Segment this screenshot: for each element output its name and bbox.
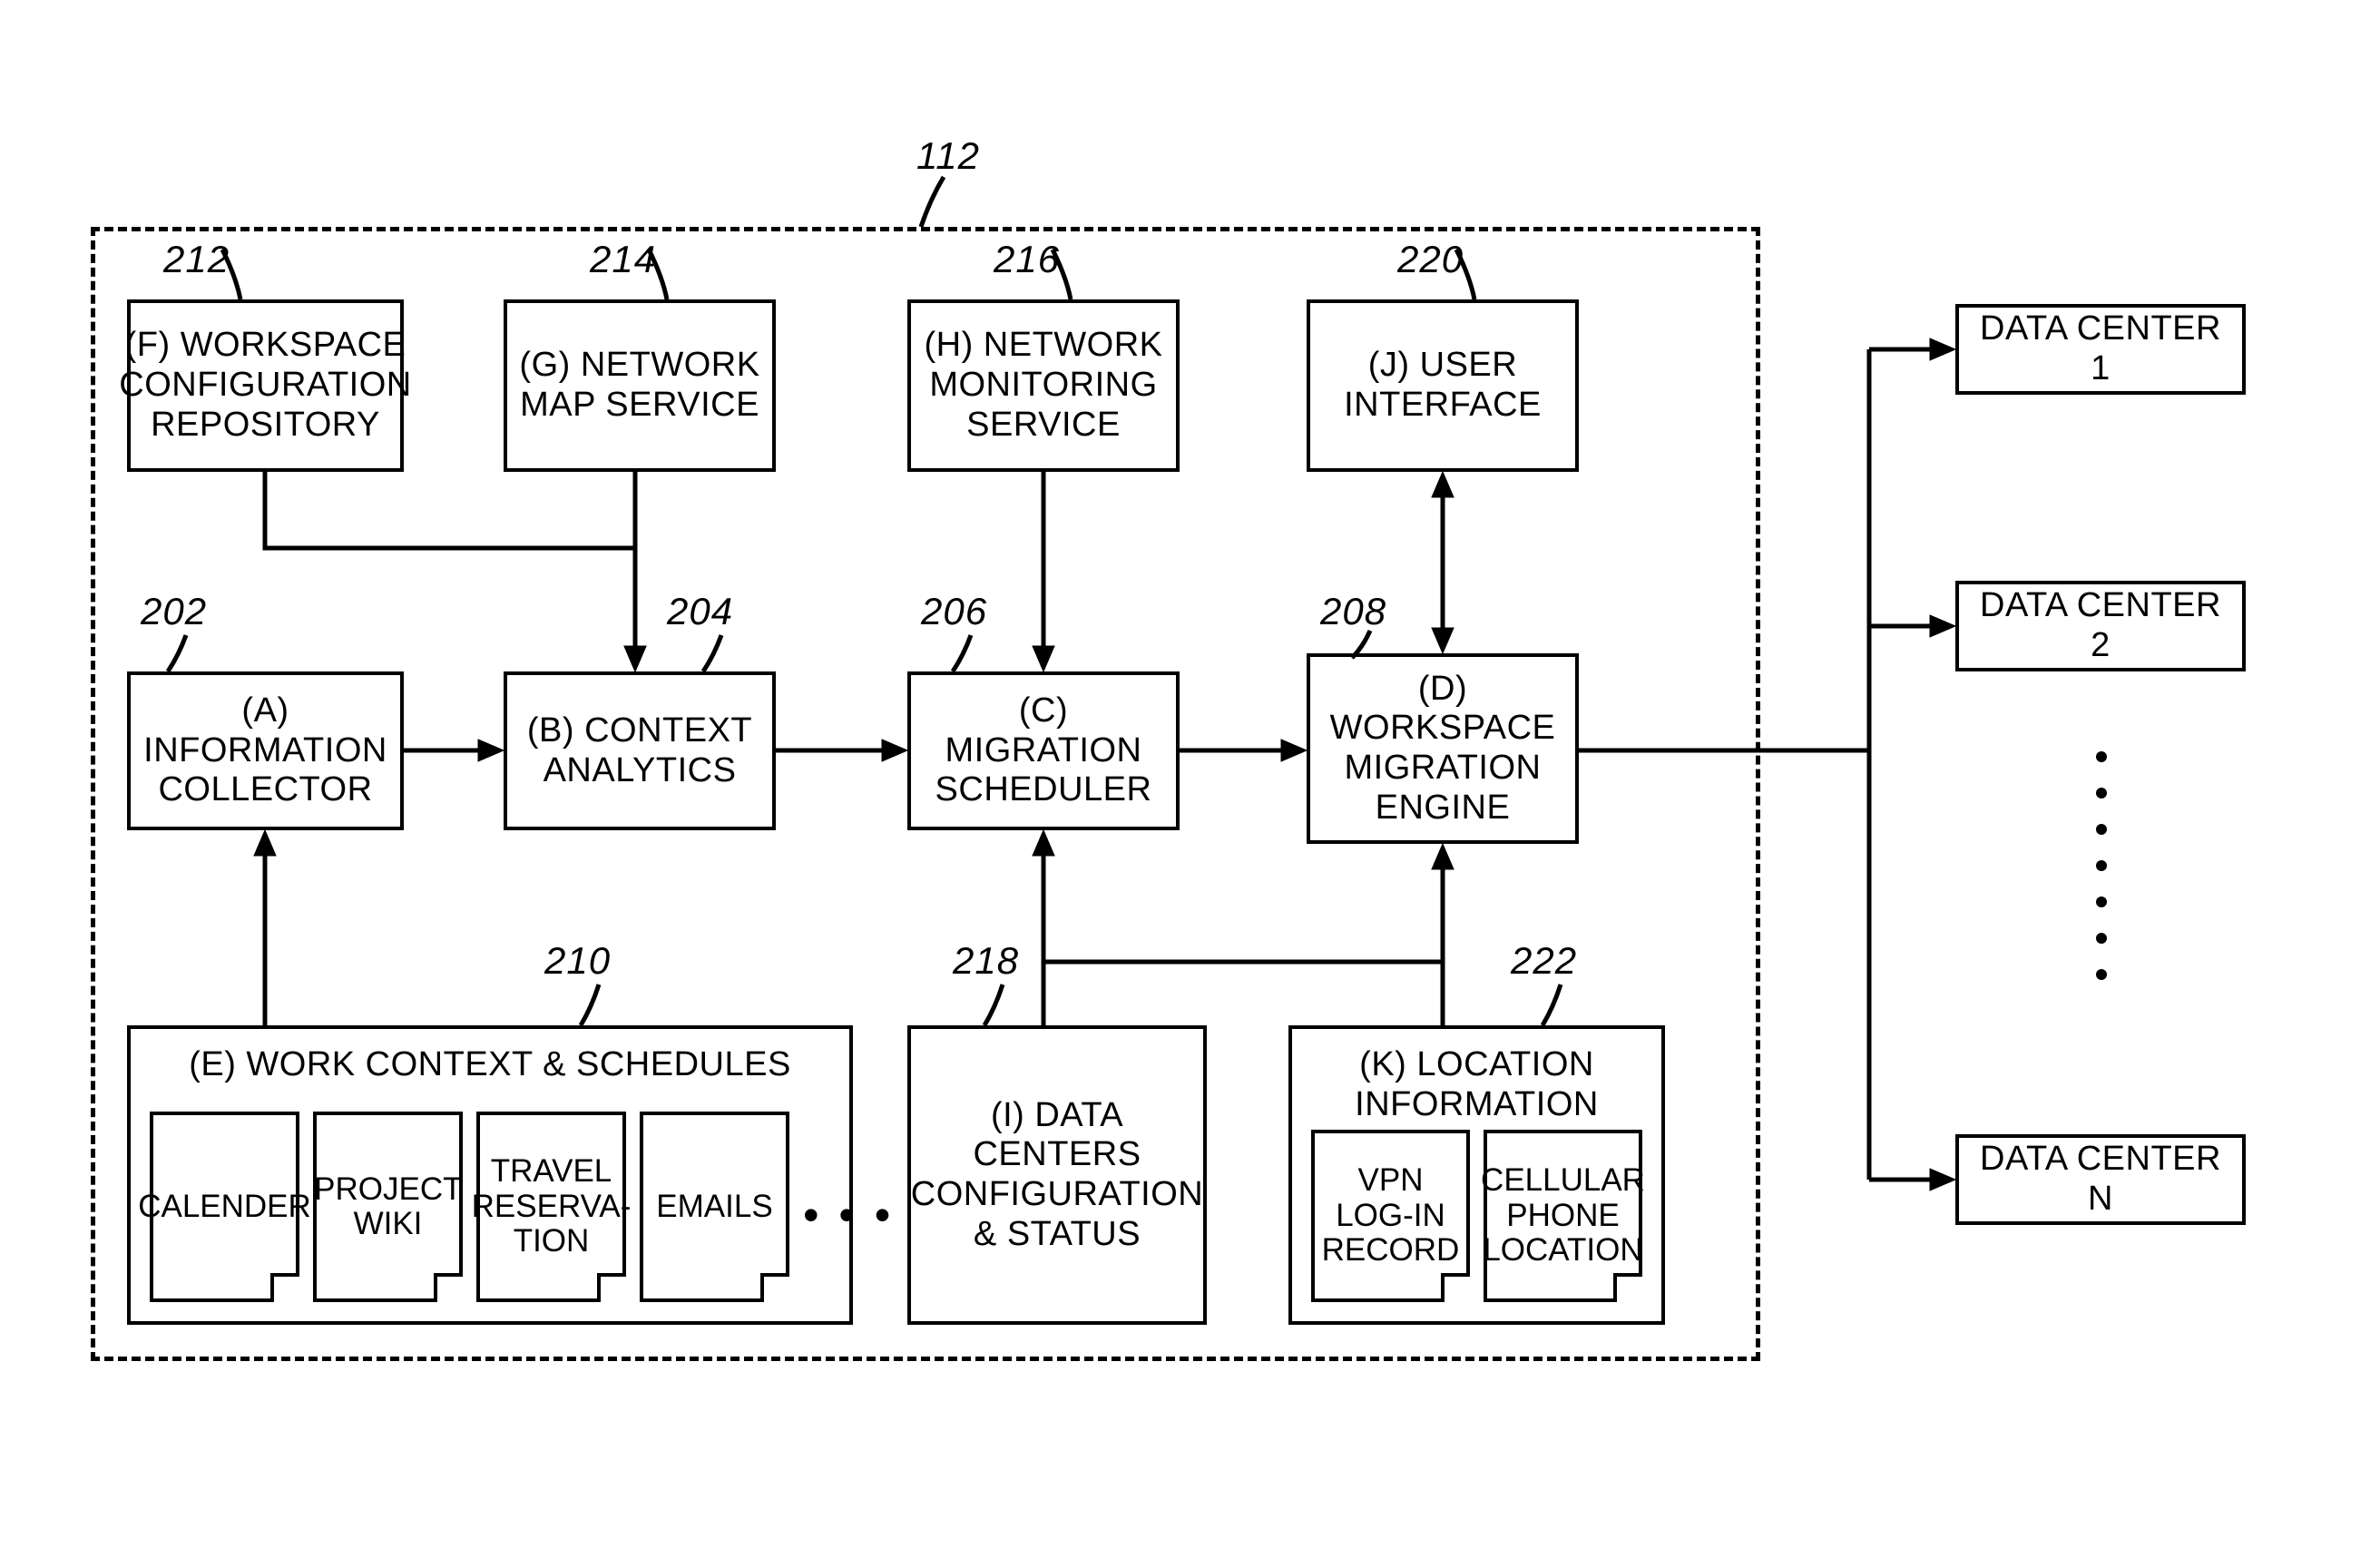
doc-vpn: VPN LOG-IN RECORD	[1311, 1130, 1470, 1302]
block-F: (F) WORKSPACE CONFIGURATION REPOSITORY	[127, 299, 404, 472]
tick-I	[984, 985, 1021, 1030]
tick-B	[703, 635, 739, 676]
tick-E	[581, 985, 617, 1030]
tick-system	[921, 177, 957, 231]
arrow-I-to-D-branch	[1043, 957, 1452, 966]
ref-D: 208	[1320, 590, 1386, 633]
bus-vertical	[1858, 340, 1885, 1184]
ref-A: 202	[141, 590, 207, 633]
tick-G	[649, 250, 685, 299]
tick-D	[1352, 631, 1388, 667]
block-H-label: (H) NETWORK MONITORING SERVICE	[920, 326, 1167, 445]
arrow-C-to-D	[1180, 740, 1307, 767]
doc-more: • • •	[803, 1189, 894, 1241]
arrow-H-to-C	[1033, 472, 1060, 671]
block-C-label: (C) MIGRATION SCHEDULER	[920, 691, 1167, 810]
arrow-B-to-C	[776, 740, 907, 767]
doc-cell: CELLULAR PHONE LOCATION	[1484, 1130, 1642, 1302]
block-G-label: (G) NETWORK MAP SERVICE	[516, 346, 763, 425]
arrow-K-to-D	[1432, 844, 1459, 1025]
block-H: (H) NETWORK MONITORING SERVICE	[907, 299, 1180, 472]
arrow-G-to-B	[624, 472, 651, 671]
datacenter-2-label: DATA CENTER 2	[1968, 586, 2233, 665]
doc-calendar-label: CALENDER	[138, 1190, 311, 1225]
arrow-bus-dc1	[1869, 338, 1955, 366]
block-B-label: (B) CONTEXT ANALYTICS	[516, 711, 763, 790]
doc-vpn-label: VPN LOG-IN RECORD	[1320, 1163, 1461, 1269]
block-I: (I) DATA CENTERS CONFIGURATION & STATUS	[907, 1025, 1207, 1325]
ref-B: 204	[667, 590, 733, 633]
ref-E: 210	[544, 939, 611, 983]
tick-A	[168, 635, 204, 676]
ref-F: 212	[163, 238, 230, 281]
datacenter-2: DATA CENTER 2	[1955, 581, 2246, 671]
block-J: (J) USER INTERFACE	[1307, 299, 1579, 472]
datacenter-n: DATA CENTER N	[1955, 1134, 2246, 1225]
arrow-F-to-B	[254, 472, 653, 681]
doc-cell-label: CELLULAR PHONE LOCATION	[1481, 1163, 1645, 1269]
doc-travel-label: TRAVEL RESERVA-TION	[472, 1154, 632, 1259]
doc-travel: TRAVEL RESERVA-TION	[476, 1112, 626, 1302]
tick-F	[222, 250, 259, 299]
tick-H	[1053, 250, 1089, 299]
block-J-label: (J) USER INTERFACE	[1319, 346, 1566, 425]
tick-K	[1543, 985, 1579, 1030]
ref-I: 218	[953, 939, 1019, 983]
arrow-bus-dcn	[1869, 1169, 1955, 1196]
datacenter-1-label: DATA CENTER 1	[1968, 309, 2233, 388]
block-A: (A) INFORMATION COLLECTOR	[127, 671, 404, 830]
block-I-label: (I) DATA CENTERS CONFIGURATION & STATUS	[911, 1096, 1203, 1255]
ref-H: 216	[994, 238, 1060, 281]
doc-emails-label: EMAILS	[656, 1190, 772, 1225]
datacenter-1: DATA CENTER 1	[1955, 304, 2246, 395]
arrow-E-to-A	[254, 830, 281, 1025]
tick-C	[953, 635, 989, 676]
doc-wiki-label: PROJECT WIKI	[314, 1172, 462, 1242]
datacenter-n-label: DATA CENTER N	[1968, 1140, 2233, 1219]
ref-K: 222	[1511, 939, 1577, 983]
ref-C: 206	[921, 590, 987, 633]
block-B: (B) CONTEXT ANALYTICS	[504, 671, 776, 830]
tick-J	[1456, 250, 1493, 299]
doc-calendar: CALENDER	[150, 1112, 299, 1302]
doc-wiki: PROJECT WIKI	[313, 1112, 463, 1302]
ref-G: 214	[590, 238, 656, 281]
block-C: (C) MIGRATION SCHEDULER	[907, 671, 1180, 830]
arrow-bus-dc2	[1869, 615, 1955, 642]
block-G: (G) NETWORK MAP SERVICE	[504, 299, 776, 472]
block-K-label: (K) LOCATION INFORMATION	[1301, 1045, 1652, 1124]
doc-emails: EMAILS	[640, 1112, 789, 1302]
ref-system: 112	[916, 134, 980, 178]
block-E-label: (E) WORK CONTEXT & SCHEDULES	[189, 1045, 791, 1085]
ref-J: 220	[1397, 238, 1464, 281]
block-D: (D) WORKSPACE MIGRATION ENGINE	[1307, 653, 1579, 844]
arrow-D-to-bus	[1579, 740, 1869, 767]
arrow-J-D-bidir	[1432, 472, 1459, 653]
arrow-I-to-C	[1033, 830, 1060, 1025]
block-A-label: (A) INFORMATION COLLECTOR	[140, 691, 391, 810]
arrow-A-to-B	[404, 740, 504, 767]
block-D-label: (D) WORKSPACE MIGRATION ENGINE	[1319, 670, 1566, 828]
diagram-canvas: 112 (F) WORKSPACE CONFIGURATION REPOSITO…	[0, 0, 2380, 1548]
datacenter-vdots	[2096, 726, 2107, 1005]
block-F-label: (F) WORKSPACE CONFIGURATION REPOSITORY	[119, 326, 411, 445]
